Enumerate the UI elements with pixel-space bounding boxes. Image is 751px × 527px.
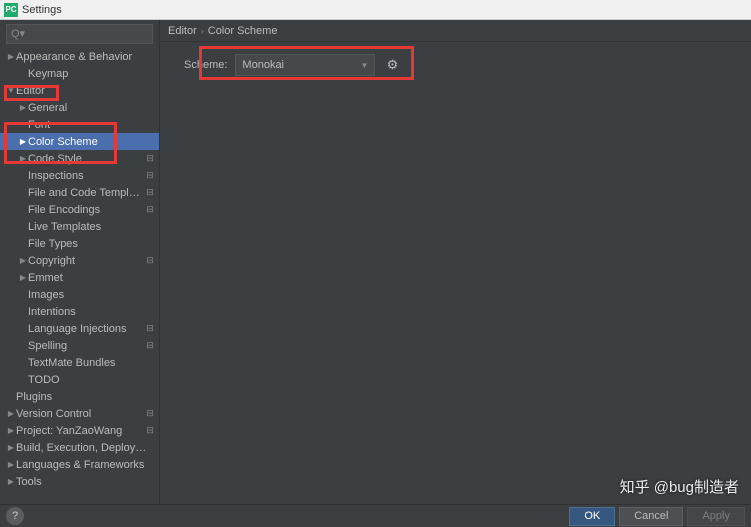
chevron-right-icon: ▶ [18, 103, 28, 112]
chevron-right-icon: ▶ [6, 443, 16, 452]
chevron-right-icon: ▶ [6, 426, 16, 435]
tree-item[interactable]: Inspections⊟ [0, 167, 159, 184]
tree-item[interactable]: ▶Project: YanZaoWang⊟ [0, 422, 159, 439]
gear-icon[interactable]: ⚙ [383, 56, 401, 74]
settings-tree: ▶Appearance & BehaviorKeymap▼Editor▶Gene… [0, 48, 159, 504]
tree-item-label: Emmet [28, 272, 155, 284]
project-badge-icon: ⊟ [145, 256, 155, 266]
tree-item[interactable]: ▶Build, Execution, Deployment [0, 439, 159, 456]
main-panel: Editor › Color Scheme Scheme: Monokai ▼ … [160, 20, 751, 504]
tree-item-label: File and Code Templates [28, 187, 145, 199]
breadcrumb-separator-icon: › [201, 26, 204, 36]
chevron-right-icon: ▶ [6, 52, 16, 61]
tree-item-label: Build, Execution, Deployment [16, 442, 155, 454]
project-badge-icon: ⊟ [145, 205, 155, 215]
footer-buttons: OK Cancel Apply [569, 507, 745, 526]
tree-item-label: Live Templates [28, 221, 155, 233]
project-badge-icon: ⊟ [145, 154, 155, 164]
window-titlebar: PC Settings [0, 0, 751, 20]
window-title: Settings [22, 4, 62, 16]
chevron-right-icon: ▶ [18, 256, 28, 265]
tree-item-label: Editor [16, 85, 155, 97]
project-badge-icon: ⊟ [145, 188, 155, 198]
tree-item-label: Language Injections [28, 323, 145, 335]
tree-item-label: General [28, 102, 155, 114]
chevron-right-icon: ▶ [18, 137, 28, 146]
tree-item[interactable]: ▶Version Control⊟ [0, 405, 159, 422]
tree-item-label: Appearance & Behavior [16, 51, 155, 63]
project-badge-icon: ⊟ [145, 341, 155, 351]
project-badge-icon: ⊟ [145, 324, 155, 334]
chevron-right-icon: ▶ [18, 154, 28, 163]
tree-item-label: Code Style [28, 153, 145, 165]
app-icon: PC [4, 3, 18, 17]
tree-item[interactable]: Language Injections⊟ [0, 320, 159, 337]
tree-item[interactable]: Images [0, 286, 159, 303]
content-area: ▶Appearance & BehaviorKeymap▼Editor▶Gene… [0, 20, 751, 504]
scheme-row: Scheme: Monokai ▼ ⚙ [172, 54, 739, 76]
search-input[interactable] [6, 24, 153, 44]
cancel-button[interactable]: Cancel [619, 507, 683, 526]
tree-item[interactable]: ▼Editor [0, 82, 159, 99]
dialog-footer: ? OK Cancel Apply [0, 504, 751, 527]
tree-item-label: Color Scheme [28, 136, 155, 148]
tree-item[interactable]: Font [0, 116, 159, 133]
tree-item-label: Plugins [16, 391, 155, 403]
scheme-label: Scheme: [184, 59, 227, 71]
chevron-right-icon: ▶ [6, 477, 16, 486]
tree-item[interactable]: Plugins [0, 388, 159, 405]
tree-item[interactable]: TextMate Bundles [0, 354, 159, 371]
tree-item-label: Project: YanZaoWang [16, 425, 145, 437]
apply-button[interactable]: Apply [687, 507, 745, 526]
tree-item-label: Keymap [28, 68, 155, 80]
tree-item[interactable]: Spelling⊟ [0, 337, 159, 354]
scheme-dropdown-value: Monokai [242, 59, 284, 71]
tree-item-label: Languages & Frameworks [16, 459, 155, 471]
tree-item[interactable]: File and Code Templates⊟ [0, 184, 159, 201]
chevron-down-icon: ▼ [361, 61, 369, 70]
tree-item[interactable]: ▶Copyright⊟ [0, 252, 159, 269]
tree-item-label: Version Control [16, 408, 145, 420]
tree-item[interactable]: ▶Languages & Frameworks [0, 456, 159, 473]
tree-item-label: Tools [16, 476, 155, 488]
settings-sidebar: ▶Appearance & BehaviorKeymap▼Editor▶Gene… [0, 20, 160, 504]
chevron-right-icon: ▶ [6, 460, 16, 469]
tree-item[interactable]: ▶Tools [0, 473, 159, 490]
tree-item-label: Font [28, 119, 155, 131]
tree-item-label: Copyright [28, 255, 145, 267]
breadcrumb-part: Editor [168, 25, 197, 37]
chevron-right-icon: ▶ [6, 409, 16, 418]
search-wrap [0, 20, 159, 48]
tree-item[interactable]: ▶Code Style⊟ [0, 150, 159, 167]
chevron-right-icon: ▶ [18, 273, 28, 282]
ok-button[interactable]: OK [569, 507, 615, 526]
tree-item-label: File Types [28, 238, 155, 250]
tree-item[interactable]: ▶Emmet [0, 269, 159, 286]
tree-item[interactable]: Live Templates [0, 218, 159, 235]
tree-item-label: File Encodings [28, 204, 145, 216]
tree-item-label: Inspections [28, 170, 145, 182]
project-badge-icon: ⊟ [145, 171, 155, 181]
main-body: Scheme: Monokai ▼ ⚙ [160, 42, 751, 88]
breadcrumb: Editor › Color Scheme [160, 20, 751, 42]
project-badge-icon: ⊟ [145, 409, 155, 419]
tree-item[interactable]: ▶Color Scheme [0, 133, 159, 150]
tree-item-label: Intentions [28, 306, 155, 318]
scheme-dropdown[interactable]: Monokai ▼ [235, 54, 375, 76]
tree-item[interactable]: ▶General [0, 99, 159, 116]
tree-item[interactable]: File Encodings⊟ [0, 201, 159, 218]
tree-item-label: TODO [28, 374, 155, 386]
tree-item-label: Spelling [28, 340, 145, 352]
breadcrumb-part: Color Scheme [208, 25, 278, 37]
chevron-down-icon: ▼ [6, 86, 16, 95]
tree-item[interactable]: File Types [0, 235, 159, 252]
project-badge-icon: ⊟ [145, 426, 155, 436]
tree-item[interactable]: Intentions [0, 303, 159, 320]
tree-item-label: TextMate Bundles [28, 357, 155, 369]
tree-item-label: Images [28, 289, 155, 301]
help-button[interactable]: ? [6, 507, 24, 525]
tree-item[interactable]: ▶Appearance & Behavior [0, 48, 159, 65]
tree-item[interactable]: TODO [0, 371, 159, 388]
tree-item[interactable]: Keymap [0, 65, 159, 82]
